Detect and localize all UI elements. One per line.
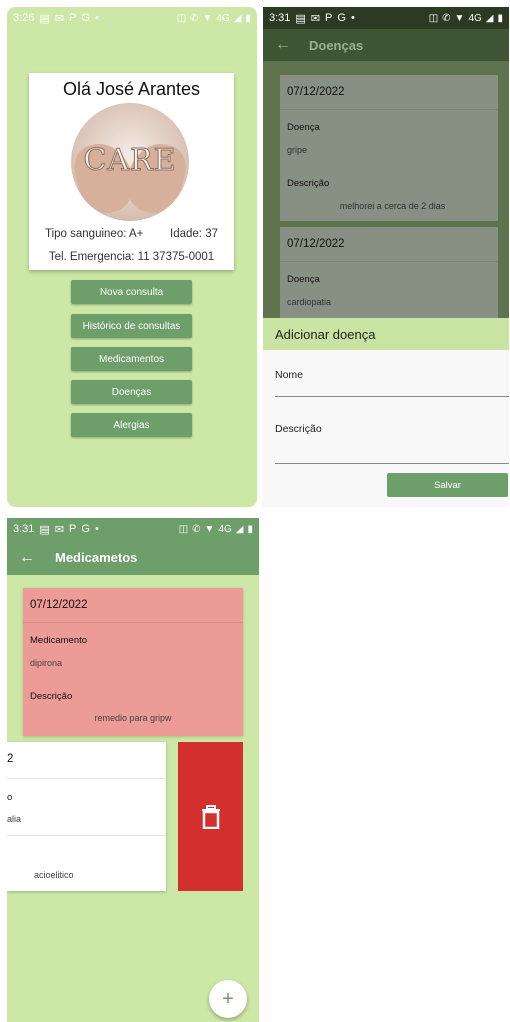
card-name-row: o alia xyxy=(7,778,166,836)
status-time: 3:26 xyxy=(13,12,35,24)
card-value-medicamento: dipirona xyxy=(30,658,63,668)
dot-icon: • xyxy=(94,12,99,24)
home-screen: 3:26 ▤ ✉ P G • ◫ ✆ ▼ 4G ◢ ▮ Olá José Ara… xyxy=(7,7,257,507)
blood-type: Tipo sanguineo: A+ xyxy=(45,228,144,240)
signal-icon: ◢ xyxy=(233,12,242,24)
emergency-phone: Tel. Emergencia: 11 37375-0001 xyxy=(48,251,215,263)
network-label: 4G xyxy=(218,523,232,535)
status-time: 3:31 xyxy=(269,12,291,24)
card-value-descricao: melhorei a cerca de 2 dias xyxy=(339,201,446,211)
profile-card: Olá José Arantes CARE Tipo sanguineo: A+… xyxy=(29,73,234,270)
swipe-delete-area[interactable] xyxy=(178,742,243,891)
add-doenca-sheet: Adicionar doença Nome Descrição Salvar xyxy=(263,318,509,507)
medicamentos-button[interactable]: Medicamentos xyxy=(71,347,192,371)
card-date-fragment: 2 xyxy=(7,753,14,765)
status-bar: 3:31 ▤ ✉ P G • ◫ ✆ ▼ 4G ◢ ▮ xyxy=(7,518,259,540)
battery-icon: ▮ xyxy=(497,12,503,24)
alergias-button[interactable]: Alergias xyxy=(71,413,192,437)
wifi-icon: ▼ xyxy=(454,12,465,24)
card-label-fragment: o xyxy=(7,792,13,803)
card-label-descricao: Descrição xyxy=(287,178,330,189)
back-arrow-icon[interactable]: ← xyxy=(275,36,291,54)
status-bar: 3:26 ▤ ✉ P G • ◫ ✆ ▼ 4G ◢ ▮ xyxy=(7,7,257,29)
signal-icon: ◢ xyxy=(235,523,244,535)
card-label-medicamento: Medicamento xyxy=(30,635,88,646)
wifi-icon: ▼ xyxy=(204,523,215,535)
call-icon: ✆ xyxy=(190,12,199,24)
card-label-doenca: Doença xyxy=(287,274,320,285)
trash-icon xyxy=(201,804,220,829)
battery-icon: ▮ xyxy=(247,523,253,535)
card-date-row: 2 xyxy=(7,742,166,779)
g-icon: G xyxy=(81,523,90,535)
medicamentos-screen: 3:31 ▤ ✉ P G • ◫ ✆ ▼ 4G ◢ ▮ ← Medicameto… xyxy=(7,518,259,1022)
card-desc-fragment: acioelitico xyxy=(34,870,74,880)
card-value-descricao: remedio para gripw xyxy=(94,713,172,723)
sim-icon: ▤ xyxy=(39,523,50,536)
p-icon: P xyxy=(69,523,77,535)
card-date: 07/12/2022 xyxy=(280,75,498,110)
sim-icon: ▤ xyxy=(295,12,306,25)
wifi-icon: ▼ xyxy=(202,12,213,24)
nome-field[interactable]: Nome xyxy=(275,369,303,381)
card-value-fragment: alia xyxy=(7,814,22,824)
save-button[interactable]: Salvar xyxy=(387,473,508,497)
g-icon: G xyxy=(337,12,346,24)
app-bar: ← Doenças xyxy=(263,29,509,61)
card-value-doenca: cardiopatia xyxy=(287,297,332,307)
doenca-card[interactable]: 07/12/2022 Doença cardiopatia xyxy=(280,227,498,318)
greeting: Olá José Arantes xyxy=(62,79,201,99)
card-label-descricao: Descrição xyxy=(30,691,73,702)
g-icon: G xyxy=(81,12,90,24)
network-label: 4G xyxy=(216,12,230,24)
nome-field-underline xyxy=(275,396,509,397)
status-bar: 3:31 ▤ ✉ P G • ◫ ✆ ▼ 4G ◢ ▮ xyxy=(263,7,509,29)
historico-consultas-button[interactable]: Histórico de consultas xyxy=(71,314,192,338)
status-time: 3:31 xyxy=(13,523,35,535)
descricao-field[interactable]: Descrição xyxy=(275,423,322,435)
page-title: Doenças xyxy=(309,37,364,53)
mail-icon: ✉ xyxy=(310,12,321,25)
signal-icon: ◢ xyxy=(485,12,494,24)
nova-consulta-button[interactable]: Nova consulta xyxy=(71,280,192,304)
vibrate-icon: ◫ xyxy=(178,523,189,535)
call-icon: ✆ xyxy=(192,523,201,535)
sim-icon: ▤ xyxy=(39,12,50,25)
back-arrow-icon[interactable]: ← xyxy=(19,549,35,567)
doenca-card[interactable]: 07/12/2022 Doença gripe Descrição melhor… xyxy=(280,75,498,221)
vibrate-icon: ◫ xyxy=(428,12,439,24)
sheet-title: Adicionar doença xyxy=(275,326,376,342)
doencas-button[interactable]: Doenças xyxy=(71,380,192,404)
card-date: 07/12/2022 xyxy=(280,227,498,262)
p-icon: P xyxy=(69,12,77,24)
card-value-doenca: gripe xyxy=(287,145,308,155)
sheet-form: Nome Descrição Salvar xyxy=(263,350,509,507)
doencas-screen: 3:31 ▤ ✉ P G • ◫ ✆ ▼ 4G ◢ ▮ ← Doenças 07… xyxy=(263,7,509,507)
swiped-medicamento-card[interactable]: 2 o alia acioelitico xyxy=(7,742,166,891)
plus-icon: + xyxy=(222,987,234,1010)
age: Idade: 37 xyxy=(170,228,218,240)
page-title: Medicametos xyxy=(55,550,138,565)
card-label-doenca: Doença xyxy=(287,122,320,133)
battery-icon: ▮ xyxy=(245,12,251,24)
p-icon: P xyxy=(325,12,333,24)
add-fab-button[interactable]: + xyxy=(209,980,247,1018)
mail-icon: ✉ xyxy=(54,12,65,25)
app-bar: ← Medicametos xyxy=(7,540,259,575)
care-logo: CARE xyxy=(71,103,189,221)
card-date: 07/12/2022 xyxy=(23,588,243,623)
network-label: 4G xyxy=(468,12,482,24)
dot-icon: • xyxy=(94,523,99,535)
mail-icon: ✉ xyxy=(54,523,65,536)
care-logo-text: CARE xyxy=(83,143,177,179)
dot-icon: • xyxy=(350,12,355,24)
call-icon: ✆ xyxy=(442,12,451,24)
medicamento-card[interactable]: 07/12/2022 Medicamento dipirona Descriçã… xyxy=(23,588,243,736)
descricao-field-underline xyxy=(275,463,509,464)
vibrate-icon: ◫ xyxy=(176,12,187,24)
